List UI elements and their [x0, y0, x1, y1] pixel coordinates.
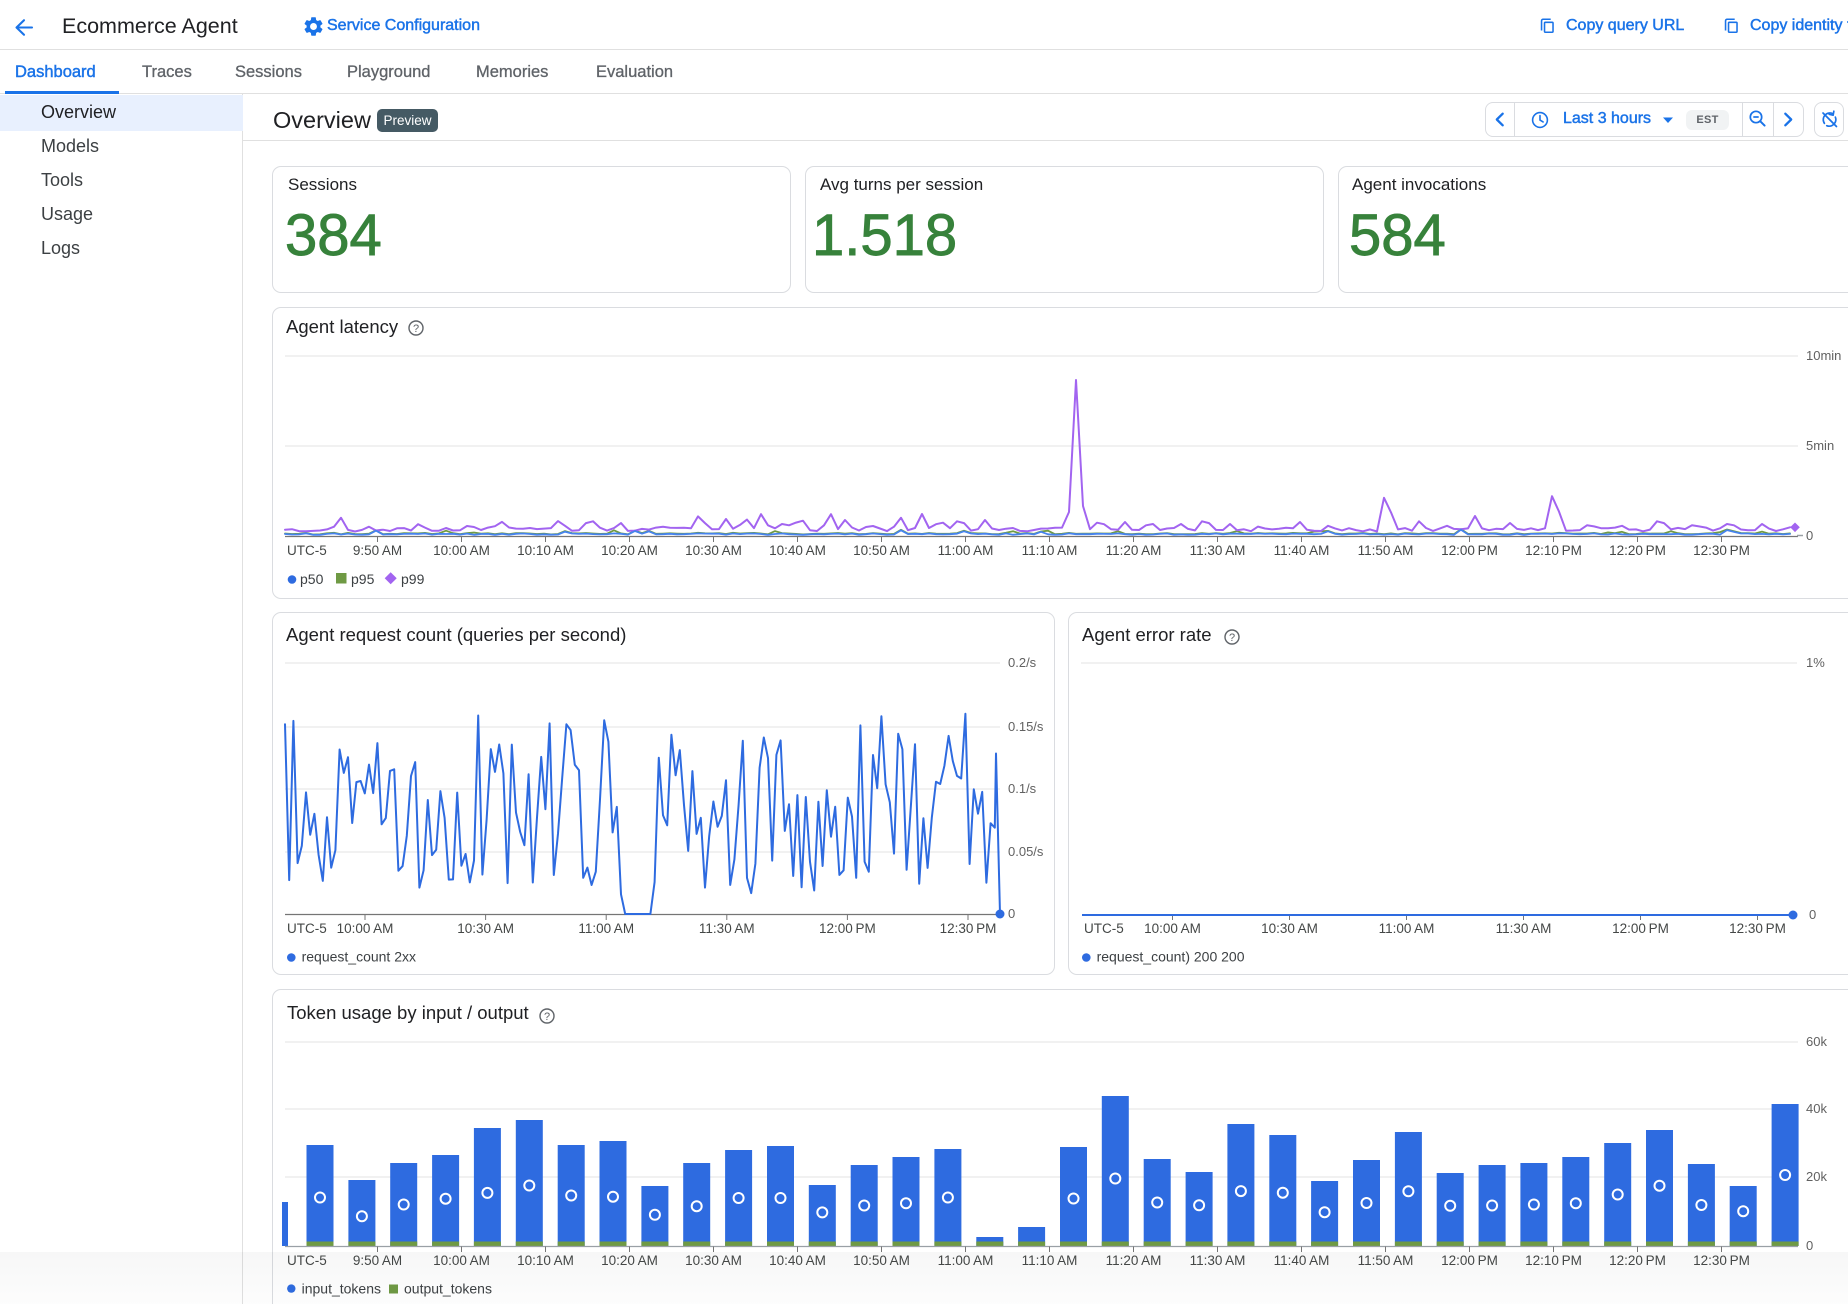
svg-text:10:20 AM: 10:20 AM: [601, 543, 658, 558]
svg-text:0: 0: [1806, 1238, 1813, 1253]
svg-text:11:20 AM: 11:20 AM: [1106, 543, 1162, 558]
svg-text:request_count 2xx: request_count 2xx: [302, 949, 416, 965]
svg-text:12:00 PM: 12:00 PM: [1441, 543, 1498, 558]
svg-text:11:10 AM: 11:10 AM: [1022, 543, 1078, 558]
svg-text:12:00 PM: 12:00 PM: [1441, 1253, 1498, 1268]
svg-text:10:00 AM: 10:00 AM: [433, 543, 490, 558]
svg-text:request_count) 200 200: request_count) 200 200: [1097, 949, 1245, 965]
svg-text:10:00 AM: 10:00 AM: [433, 1253, 490, 1268]
svg-text:12:20 PM: 12:20 PM: [1609, 543, 1666, 558]
svg-text:9:50 AM: 9:50 AM: [353, 1253, 402, 1268]
svg-text:12:30 PM: 12:30 PM: [1693, 1253, 1750, 1268]
svg-text:12:00 PM: 12:00 PM: [819, 921, 876, 936]
svg-text:20k: 20k: [1806, 1169, 1827, 1184]
svg-text:12:30 PM: 12:30 PM: [940, 921, 997, 936]
svg-text:10:30 AM: 10:30 AM: [685, 543, 742, 558]
svg-text:10:50 AM: 10:50 AM: [853, 1253, 910, 1268]
svg-text:11:00 AM: 11:00 AM: [578, 921, 634, 936]
svg-text:UTC-5: UTC-5: [287, 543, 327, 558]
svg-text:40k: 40k: [1806, 1101, 1827, 1116]
svg-text:UTC-5: UTC-5: [287, 1253, 327, 1268]
svg-text:0.05/s: 0.05/s: [1008, 844, 1044, 859]
svg-text:10:10 AM: 10:10 AM: [517, 1253, 574, 1268]
svg-text:12:30 PM: 12:30 PM: [1693, 543, 1750, 558]
svg-text:11:00 AM: 11:00 AM: [938, 543, 994, 558]
svg-text:12:10 PM: 12:10 PM: [1525, 543, 1582, 558]
svg-text:0.1/s: 0.1/s: [1008, 781, 1037, 796]
svg-text:10:20 AM: 10:20 AM: [601, 1253, 658, 1268]
svg-text:10:50 AM: 10:50 AM: [853, 543, 910, 558]
svg-text:10:40 AM: 10:40 AM: [769, 1253, 826, 1268]
svg-text:0.15/s: 0.15/s: [1008, 719, 1044, 734]
svg-text:11:40 AM: 11:40 AM: [1274, 1253, 1330, 1268]
svg-text:10:10 AM: 10:10 AM: [517, 543, 574, 558]
svg-text:p95: p95: [351, 571, 375, 587]
svg-text:5min: 5min: [1806, 438, 1834, 453]
svg-text:12:20 PM: 12:20 PM: [1609, 1253, 1666, 1268]
svg-text:12:10 PM: 12:10 PM: [1525, 1253, 1582, 1268]
svg-text:10:30 AM: 10:30 AM: [457, 921, 514, 936]
svg-text:10min: 10min: [1806, 348, 1841, 363]
svg-text:12:30 PM: 12:30 PM: [1729, 921, 1786, 936]
svg-text:60k: 60k: [1806, 1034, 1827, 1049]
svg-text:11:00 AM: 11:00 AM: [938, 1253, 994, 1268]
svg-text:12:00 PM: 12:00 PM: [1612, 921, 1669, 936]
svg-text:11:30 AM: 11:30 AM: [1190, 1253, 1246, 1268]
svg-text:11:50 AM: 11:50 AM: [1358, 1253, 1414, 1268]
svg-text:UTC-5: UTC-5: [1084, 921, 1124, 936]
svg-text:11:50 AM: 11:50 AM: [1358, 543, 1414, 558]
svg-text:10:40 AM: 10:40 AM: [769, 543, 826, 558]
svg-text:UTC-5: UTC-5: [287, 921, 327, 936]
svg-text:11:00 AM: 11:00 AM: [1379, 921, 1435, 936]
svg-text:input_tokens: input_tokens: [302, 1281, 381, 1297]
svg-text:0: 0: [1806, 528, 1813, 543]
svg-text:p99: p99: [401, 571, 425, 587]
svg-text:11:30 AM: 11:30 AM: [1496, 921, 1552, 936]
svg-text:10:00 AM: 10:00 AM: [1144, 921, 1201, 936]
svg-text:11:10 AM: 11:10 AM: [1022, 1253, 1078, 1268]
svg-text:p50: p50: [300, 571, 324, 587]
svg-text:10:30 AM: 10:30 AM: [1261, 921, 1318, 936]
svg-text:11:40 AM: 11:40 AM: [1274, 543, 1330, 558]
svg-text:11:30 AM: 11:30 AM: [699, 921, 755, 936]
svg-text:0: 0: [1008, 906, 1015, 921]
svg-text:9:50 AM: 9:50 AM: [353, 543, 402, 558]
svg-text:10:00 AM: 10:00 AM: [337, 921, 394, 936]
svg-text:0.2/s: 0.2/s: [1008, 655, 1037, 670]
svg-text:11:20 AM: 11:20 AM: [1106, 1253, 1162, 1268]
svg-text:output_tokens: output_tokens: [404, 1281, 492, 1297]
svg-text:1%: 1%: [1806, 655, 1825, 670]
svg-text:0: 0: [1809, 907, 1816, 922]
svg-text:10:30 AM: 10:30 AM: [685, 1253, 742, 1268]
svg-text:11:30 AM: 11:30 AM: [1190, 543, 1246, 558]
